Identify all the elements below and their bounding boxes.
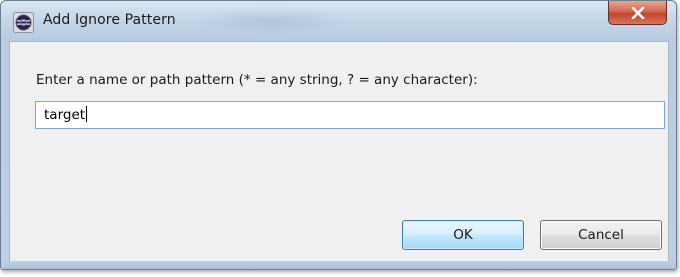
close-icon [631, 6, 645, 19]
pattern-input-value: target [44, 107, 86, 123]
pattern-input[interactable]: target [35, 101, 665, 129]
dialog-window: Add Ignore Pattern Enter a name or path … [0, 0, 677, 270]
cancel-button[interactable]: Cancel [540, 220, 662, 250]
close-button[interactable] [608, 1, 667, 25]
window-bottom-frame [1, 261, 676, 269]
title-bar[interactable]: Add Ignore Pattern [1, 1, 676, 41]
eclipse-icon [13, 12, 34, 33]
text-caret [86, 106, 88, 122]
ok-button-label: OK [453, 227, 473, 243]
ok-button[interactable]: OK [402, 220, 524, 250]
pattern-prompt-label: Enter a name or path pattern (* = any st… [36, 72, 478, 88]
window-title: Add Ignore Pattern [43, 12, 176, 28]
title-bar-glass [191, 7, 351, 35]
cancel-button-label: Cancel [578, 227, 624, 243]
dialog-body: Enter a name or path pattern (* = any st… [9, 41, 669, 263]
